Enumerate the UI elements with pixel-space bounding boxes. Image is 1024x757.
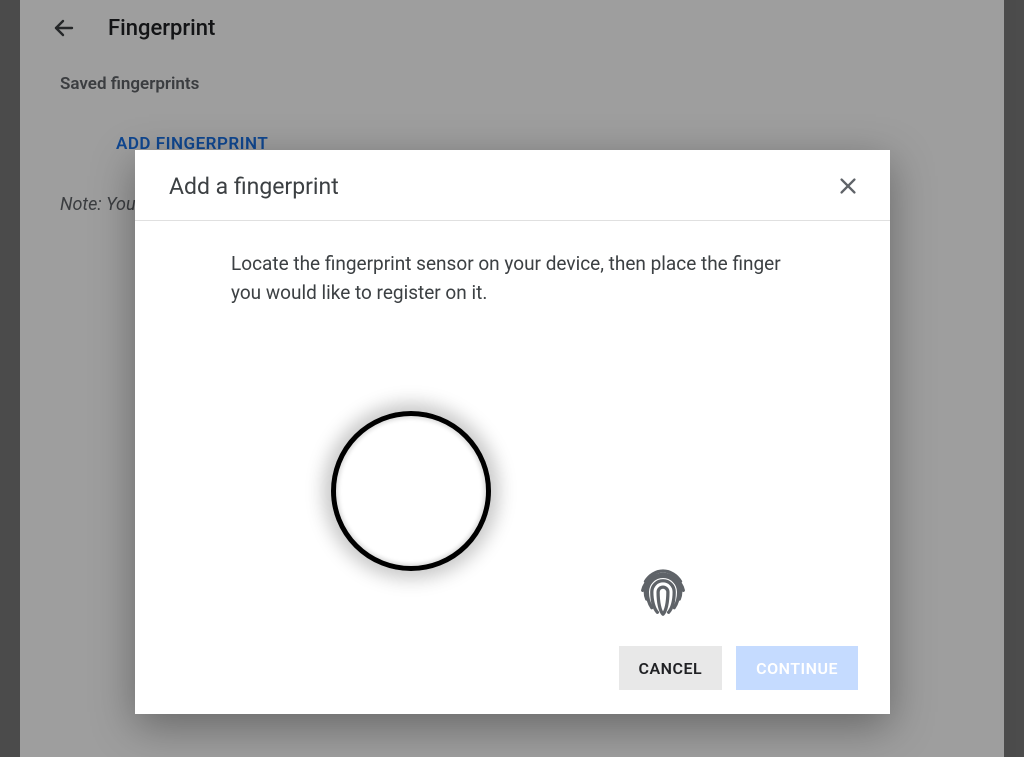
dialog-title: Add a fingerprint [169, 173, 339, 200]
close-icon [837, 175, 859, 197]
dialog-actions: CANCEL CONTINUE [135, 646, 890, 714]
close-button[interactable] [834, 172, 862, 200]
sensor-locator-graphic [311, 391, 511, 591]
dialog-body: Locate the fingerprint sensor on your de… [135, 221, 890, 646]
dialog-header: Add a fingerprint [135, 150, 890, 221]
add-fingerprint-dialog: Add a fingerprint Locate the fingerprint… [135, 150, 890, 714]
sensor-circle-icon [331, 411, 491, 571]
fingerprint-icon [635, 564, 691, 620]
dialog-instruction: Locate the fingerprint sensor on your de… [231, 249, 794, 308]
continue-button[interactable]: CONTINUE [736, 646, 858, 690]
cancel-button[interactable]: CANCEL [619, 646, 723, 690]
